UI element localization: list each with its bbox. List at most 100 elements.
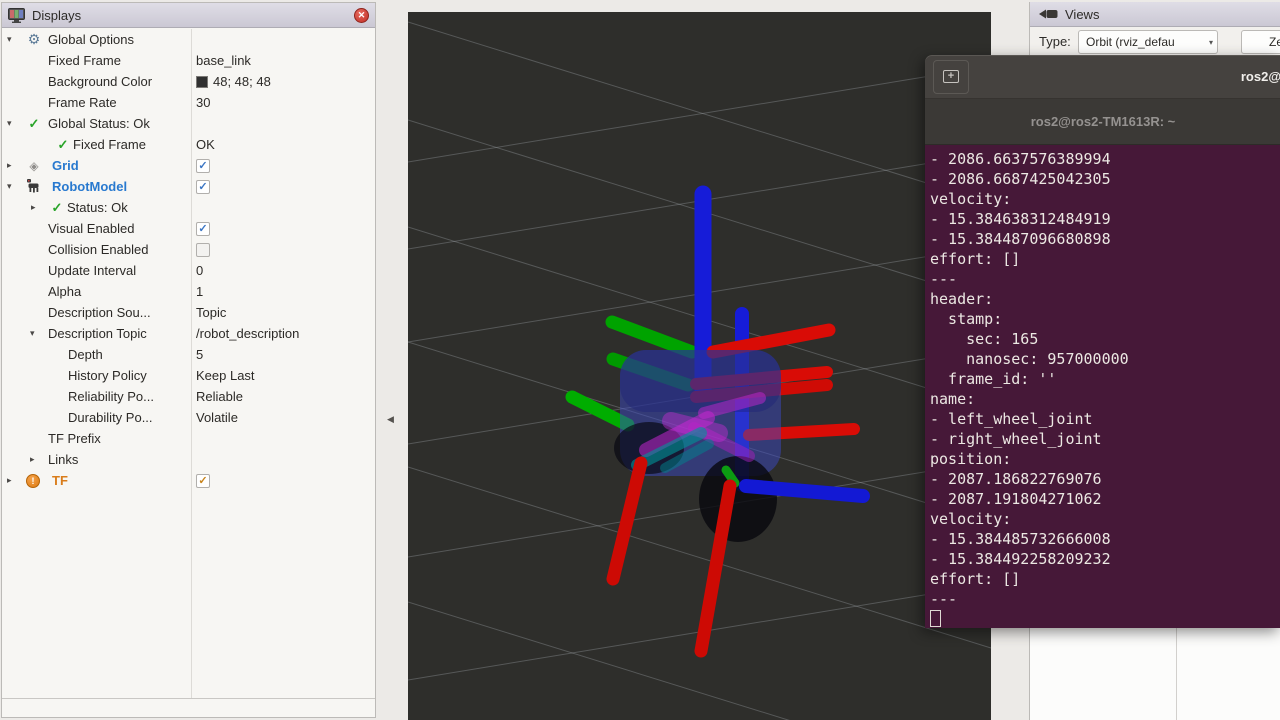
tree-row-description-sou[interactable]: Description Sou...Topic [2,303,375,324]
enabled-checkbox[interactable] [196,243,210,257]
property-label: Alpha [48,284,81,299]
property-label: Description Topic [48,326,147,341]
view-type-dropdown[interactable]: Orbit (rviz_defau ▾ [1078,30,1218,54]
tree-row-global-status-ok[interactable]: ▾ ✓ Global Status: Ok [2,114,375,135]
tree-row-links[interactable]: ▸ Links [2,450,375,471]
property-label: Fixed Frame [48,53,121,68]
property-value[interactable]: 5 [196,347,203,362]
displays-icon [8,8,25,23]
property-label: Update Interval [48,263,136,278]
property-value[interactable]: Keep Last [196,368,255,383]
terminal-line: sec: 165 [930,329,1280,349]
terminal-line: velocity: [930,509,1280,529]
expand-open-icon[interactable]: ▾ [7,181,12,192]
view-type-value: Orbit (rviz_defau [1086,35,1175,49]
tree-row-background-color[interactable]: Background Color48; 48; 48 [2,72,375,93]
terminal-tab[interactable]: ros2@ros2-TM1613R: ~ [1031,114,1176,129]
displays-panel-header[interactable]: Displays ✕ [2,3,375,28]
property-value[interactable]: Topic [196,305,226,320]
terminal-line: header: [930,289,1280,309]
terminal-line: - 15.384638312484919 [930,209,1280,229]
tree-row-grid[interactable]: ▸◈Grid✓ [2,156,375,177]
panel-collapse-handle[interactable]: ◀ [387,411,399,427]
terminal-line: name: [930,389,1280,409]
property-label: Global Status: Ok [48,116,150,131]
tree-row-durability-po[interactable]: Durability Po... Volatile [2,408,375,429]
tree-row-tf-prefix[interactable]: TF Prefix [2,429,375,450]
tree-row-alpha[interactable]: Alpha 1 [2,282,375,303]
gear-icon: ⚙ [26,31,42,47]
close-icon[interactable]: ✕ [354,8,369,23]
tree-row-status-ok[interactable]: ▸✓Status: Ok [2,198,375,219]
tree-row-depth[interactable]: Depth5 [2,345,375,366]
check-icon: ✓ [55,137,71,153]
tree-row-collision-enabled[interactable]: Collision Enabled [2,240,375,261]
terminal-cursor [930,610,941,627]
tree-row-global-options[interactable]: ▾⚙Global Options [2,30,375,51]
property-value[interactable]: OK [196,137,215,152]
property-value[interactable]: 0 [196,263,203,278]
property-value[interactable]: /robot_description [196,326,299,341]
enabled-checkbox[interactable]: ✓ [196,159,210,173]
enabled-checkbox[interactable]: ✓ [196,222,210,236]
tree-row-history-policy[interactable]: History PolicyKeep Last [2,366,375,387]
tree-row-update-interval[interactable]: Update Interval 0 [2,261,375,282]
terminal-line: stamp: [930,309,1280,329]
property-label: Links [48,452,78,467]
viewport-3d-scene[interactable] [408,12,991,720]
render-viewport[interactable] [408,12,991,720]
views-type-row: Type: Orbit (rviz_defau ▾ Ze [1030,27,1280,57]
terminal-line: - 2086.6687425042305 [930,169,1280,189]
property-value[interactable]: 48; 48; 48 [196,74,271,89]
tree-row-tf[interactable]: ▸!TF✓ [2,471,375,492]
tree-row-robotmodel[interactable]: ▾RobotModel✓ [2,177,375,198]
terminal-line: velocity: [930,189,1280,209]
tree-row-description-topic[interactable]: ▾ Description Topic/robot_description [2,324,375,345]
terminal-line: --- [930,589,1280,609]
property-value[interactable]: 30 [196,95,210,110]
property-label: TF Prefix [48,431,101,446]
property-value[interactable]: Volatile [196,410,238,425]
views-panel-header[interactable]: Views [1030,2,1280,27]
views-panel-title: Views [1065,7,1099,22]
tree-row-reliability-po[interactable]: Reliability Po... Reliable [2,387,375,408]
expand-closed-icon[interactable]: ▸ [31,202,36,213]
expand-closed-icon[interactable]: ▸ [30,454,35,465]
zero-button[interactable]: Ze [1241,30,1280,54]
terminal-output[interactable]: - 2086.6637576389994- 2086.6687425042305… [925,145,1280,628]
terminal-line: frame_id: '' [930,369,1280,389]
tree-row-visual-enabled[interactable]: Visual Enabled✓ [2,219,375,240]
terminal-line: - right_wheel_joint [930,429,1280,449]
property-value[interactable]: Reliable [196,389,243,404]
color-swatch [196,76,208,88]
tree-row-frame-rate[interactable]: Frame Rate30 [2,93,375,114]
robot-caster-wheel [699,456,777,542]
terminal-titlebar[interactable]: + ros2@ [925,55,1280,99]
property-label: Durability Po... [68,410,153,425]
enabled-checkbox[interactable]: ✓ [196,474,210,488]
property-label: Reliability Po... [68,389,154,404]
tree-row-fixed-frame[interactable]: Fixed Frame base_link [2,51,375,72]
check-icon: ✓ [26,116,42,132]
displays-panel-title: Displays [32,8,81,23]
expand-closed-icon[interactable]: ▸ [7,475,12,486]
terminal-window: + ros2@ ros2@ros2-TM1613R: ~ - 2086.6637… [925,55,1280,628]
property-value[interactable]: 1 [196,284,203,299]
terminal-line: - 2086.6637576389994 [930,149,1280,169]
property-label: Fixed Frame [73,137,146,152]
new-tab-button[interactable]: + [933,60,969,94]
expand-open-icon[interactable]: ▾ [30,328,35,339]
terminal-tabbar: ros2@ros2-TM1613R: ~ [925,99,1280,145]
property-value[interactable]: base_link [196,53,251,68]
expand-open-icon[interactable]: ▾ [7,118,12,129]
grid-icon: ◈ [26,158,42,174]
tree-row-fixed-frame[interactable]: ✓Fixed Frame OK [2,135,375,156]
expand-open-icon[interactable]: ▾ [7,34,12,45]
tree-bottom-border [2,698,375,699]
views-camera-icon [1038,8,1058,20]
terminal-line: - left_wheel_joint [930,409,1280,429]
expand-closed-icon[interactable]: ▸ [7,160,12,171]
enabled-checkbox[interactable]: ✓ [196,180,210,194]
rviz-window: Displays ✕ ▾⚙Global OptionsFixed Frameba… [0,0,1280,720]
terminal-line: - 2087.191804271062 [930,489,1280,509]
